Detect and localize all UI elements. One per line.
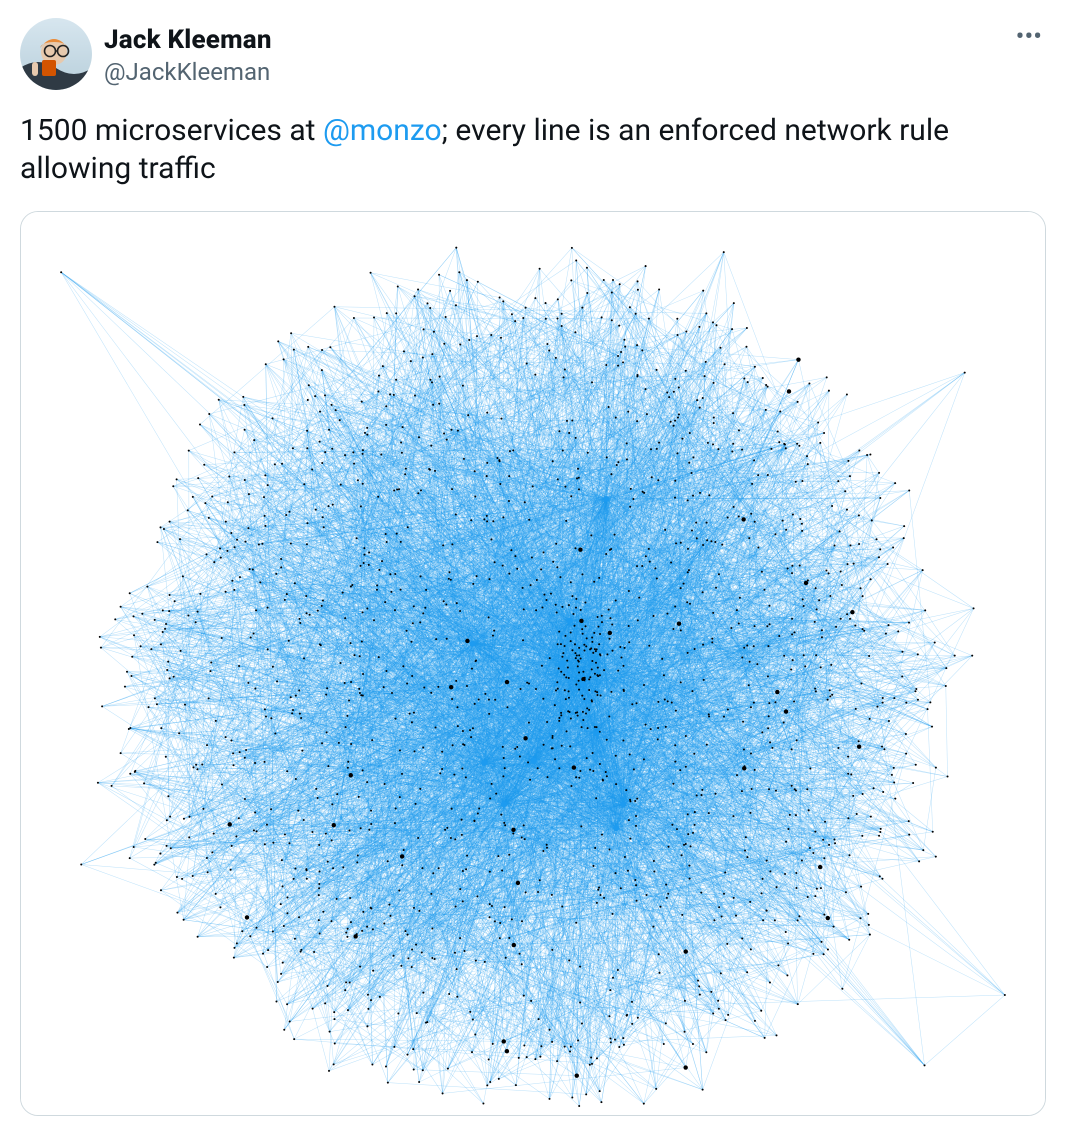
- author-handle: @JackKleeman: [104, 57, 272, 87]
- network-graph-image: [21, 212, 1045, 1116]
- author-name: Jack Kleeman: [104, 24, 272, 57]
- more-menu-button[interactable]: •••: [1012, 18, 1046, 56]
- avatar[interactable]: [20, 18, 92, 90]
- tweet-card: Jack Kleeman @JackKleeman ••• 1500 micro…: [0, 0, 1066, 1140]
- tweet-text: 1500 microservices at @monzo; every line…: [20, 112, 1046, 189]
- tweet-text-part-1: 1500 microservices at: [20, 113, 323, 148]
- author-block[interactable]: Jack Kleeman @JackKleeman: [104, 24, 272, 87]
- ellipsis-icon: •••: [1016, 22, 1042, 52]
- mention-link[interactable]: @monzo: [323, 113, 442, 148]
- tweet-media[interactable]: [20, 211, 1046, 1117]
- tweet-header: Jack Kleeman @JackKleeman •••: [20, 18, 1046, 90]
